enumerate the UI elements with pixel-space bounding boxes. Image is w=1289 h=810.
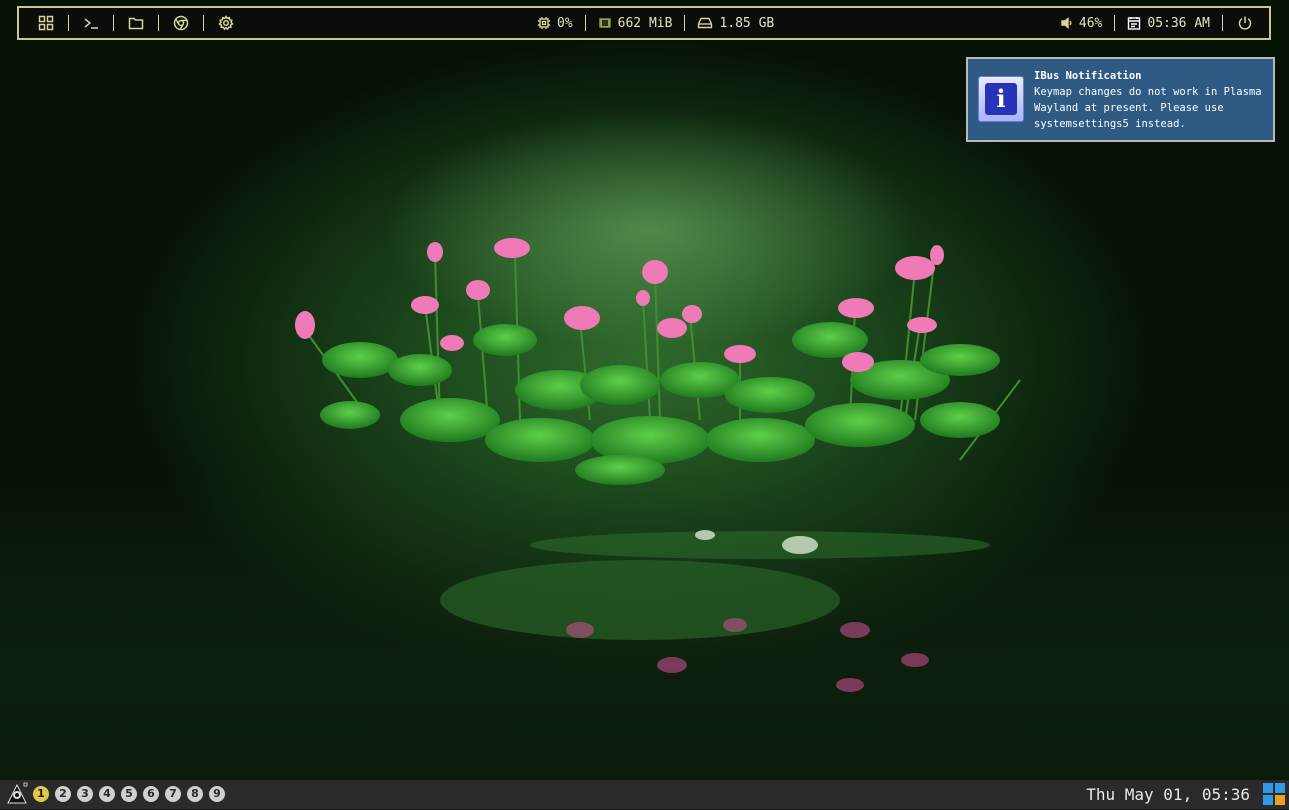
workspace-4[interactable]: 4 <box>99 786 115 802</box>
memory-icon <box>598 18 611 28</box>
bottom-clock[interactable]: Thu May 01, 05:36 <box>1086 785 1250 804</box>
system-stats: 0% 662 MiB 1.85 GB <box>537 8 774 38</box>
settings-icon[interactable] <box>216 13 236 33</box>
separator <box>1222 15 1223 31</box>
workspace-8[interactable]: 8 <box>187 786 203 802</box>
workspace-3[interactable]: 3 <box>77 786 93 802</box>
workspace-7[interactable]: 7 <box>165 786 181 802</box>
apps-grid-icon[interactable] <box>36 13 56 33</box>
bottom-panel: 1 2 3 4 5 6 7 8 9 Thu May 01, 05:36 <box>0 780 1289 809</box>
separator <box>203 15 204 31</box>
workspace-5[interactable]: 5 <box>121 786 137 802</box>
top-panel: 0% 662 MiB 1.85 GB 46% 05:36 AM <box>17 6 1271 40</box>
separator <box>113 15 114 31</box>
separator <box>158 15 159 31</box>
separator <box>68 15 69 31</box>
notification-title: IBus Notification <box>1034 70 1142 82</box>
browser-icon[interactable] <box>171 13 191 33</box>
windows-logo-icon[interactable] <box>1263 783 1285 805</box>
cpu-icon <box>538 17 550 29</box>
status-area: 46% 05:36 AM <box>1061 8 1255 38</box>
memory-value: 662 MiB <box>617 15 673 31</box>
terminal-icon[interactable] <box>81 13 101 33</box>
notification-body: Keymap changes do not work in Plasma Way… <box>1034 86 1262 130</box>
separator <box>584 15 586 31</box>
disk-value: 1.85 GB <box>719 15 775 31</box>
disk-stat: 1.85 GB <box>697 16 774 31</box>
volume-stat[interactable]: 46% <box>1061 16 1102 31</box>
volume-value: 46% <box>1078 15 1103 31</box>
workspace-2[interactable]: 2 <box>55 786 71 802</box>
memory-stat: 662 MiB <box>598 15 673 31</box>
workspace-switcher: 1 2 3 4 5 6 7 8 9 <box>33 786 225 802</box>
info-icon: i <box>978 76 1024 122</box>
workspace-6[interactable]: 6 <box>143 786 159 802</box>
clock-value: 05:36 AM <box>1147 15 1210 31</box>
cpu-value: 0% <box>557 15 573 31</box>
calendar-icon <box>1128 17 1141 30</box>
separator <box>1114 15 1116 31</box>
speaker-icon <box>1061 17 1072 29</box>
launcher-group <box>36 8 236 38</box>
power-icon[interactable] <box>1235 13 1255 33</box>
disk-icon <box>698 17 713 29</box>
time-stat[interactable]: 05:36 AM <box>1127 16 1210 31</box>
folder-icon[interactable] <box>126 13 146 33</box>
cpu-stat: 0% <box>537 16 573 31</box>
workspace-1[interactable]: 1 <box>33 786 49 802</box>
workspace-9[interactable]: 9 <box>209 786 225 802</box>
ibus-notification[interactable]: i IBus Notification Keymap changes do no… <box>966 57 1275 142</box>
separator <box>684 15 686 31</box>
launcher-menu-icon[interactable] <box>5 782 29 806</box>
